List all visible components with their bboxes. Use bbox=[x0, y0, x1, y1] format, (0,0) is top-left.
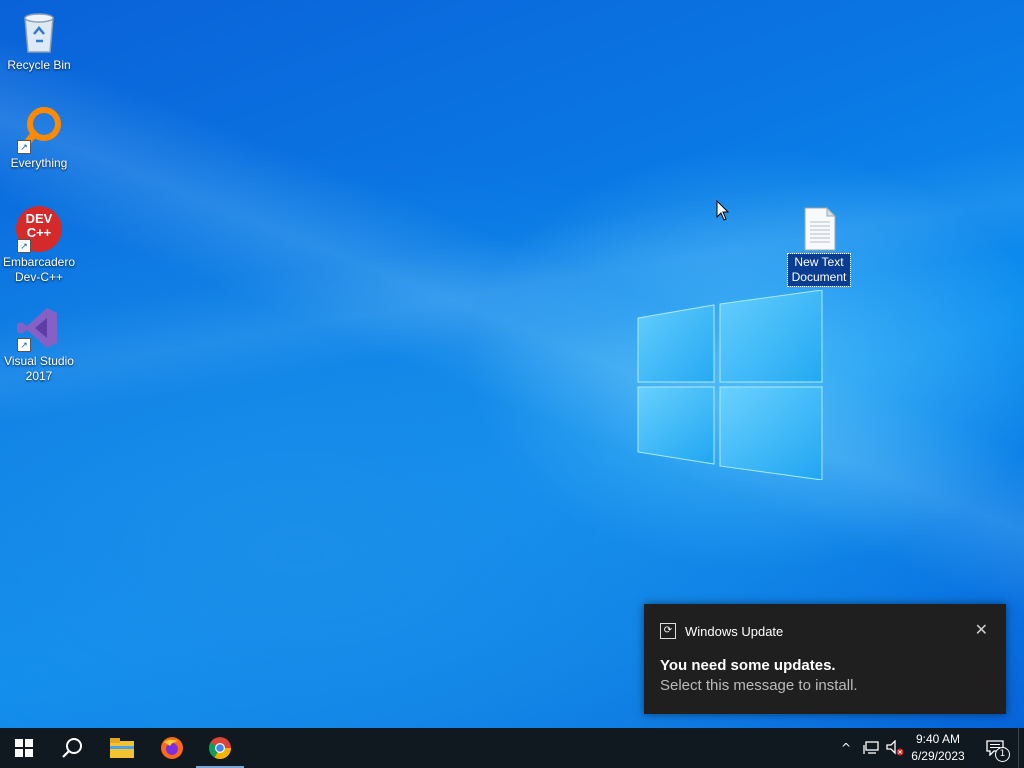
desktop-file-new-text-document[interactable]: New Text Document bbox=[779, 206, 859, 287]
taskbar-file-explorer[interactable] bbox=[98, 728, 146, 768]
taskbar-chrome[interactable] bbox=[196, 728, 244, 768]
everything-search-icon: ↗ bbox=[15, 106, 63, 154]
notification-body: Select this message to install. bbox=[660, 677, 858, 694]
taskbar-firefox[interactable] bbox=[148, 728, 196, 768]
windows-update-notification[interactable]: ⟳ Windows Update ✕ You need some updates… bbox=[644, 604, 1006, 714]
windows-logo-wallpaper bbox=[637, 290, 823, 480]
devcpp-icon: DEV C++ ↗ bbox=[15, 205, 63, 253]
notification-count-badge: 1 bbox=[995, 747, 1010, 762]
taskbar-clock[interactable]: 9:40 AM 6/29/2023 bbox=[904, 731, 972, 765]
chevron-up-icon: ^ bbox=[840, 741, 852, 755]
desktop-icon-label: Everything bbox=[10, 156, 68, 170]
visual-studio-icon: ↗ bbox=[15, 304, 63, 352]
desktop-file-label: New Text Document bbox=[787, 253, 851, 287]
desktop-icon-recycle-bin[interactable]: Recycle Bin bbox=[0, 8, 79, 73]
notification-title: You need some updates. bbox=[660, 657, 836, 674]
desktop-icon-devcpp[interactable]: DEV C++ ↗ Embarcadero Dev-C++ bbox=[0, 205, 79, 285]
shortcut-arrow-icon: ↗ bbox=[17, 338, 31, 352]
firefox-icon bbox=[161, 737, 183, 759]
desktop-icon-label: Visual Studio 2017 bbox=[4, 354, 74, 383]
desktop-icon-label: Embarcadero Dev-C++ bbox=[2, 255, 76, 284]
show-desktop-button[interactable] bbox=[1018, 728, 1024, 768]
desktop-icon-everything[interactable]: ↗ Everything bbox=[0, 106, 79, 171]
desktop-icon-visual-studio[interactable]: ↗ Visual Studio 2017 bbox=[0, 304, 79, 384]
mouse-cursor-icon bbox=[716, 200, 730, 221]
volume-muted-icon bbox=[886, 740, 904, 756]
search-button[interactable] bbox=[48, 728, 96, 768]
devcpp-logo-text: DEV C++ bbox=[25, 211, 53, 240]
recycle-bin-icon bbox=[15, 8, 63, 56]
notification-close-button[interactable]: ✕ bbox=[975, 620, 988, 640]
volume-tray-button[interactable] bbox=[884, 728, 906, 768]
action-center-button[interactable]: 1 bbox=[978, 728, 1012, 768]
network-icon bbox=[863, 741, 879, 754]
shortcut-arrow-icon: ↗ bbox=[17, 239, 31, 253]
clock-time: 9:40 AM bbox=[915, 732, 961, 746]
chrome-icon bbox=[209, 737, 231, 759]
network-tray-button[interactable] bbox=[860, 728, 882, 768]
text-document-icon bbox=[799, 206, 839, 252]
update-sync-icon: ⟳ bbox=[660, 623, 676, 639]
start-icon bbox=[15, 739, 33, 757]
shortcut-arrow-icon: ↗ bbox=[17, 140, 31, 154]
notification-app-name: Windows Update bbox=[685, 623, 784, 639]
desktop-icon-label: Recycle Bin bbox=[7, 58, 71, 72]
search-icon bbox=[62, 738, 82, 758]
clock-date: 6/29/2023 bbox=[911, 749, 965, 763]
file-explorer-icon bbox=[110, 738, 134, 758]
taskbar: ^ 9:40 AM 6/29/2023 1 bbox=[0, 728, 1024, 768]
show-hidden-icons-button[interactable]: ^ bbox=[836, 728, 856, 768]
start-button[interactable] bbox=[0, 728, 48, 768]
